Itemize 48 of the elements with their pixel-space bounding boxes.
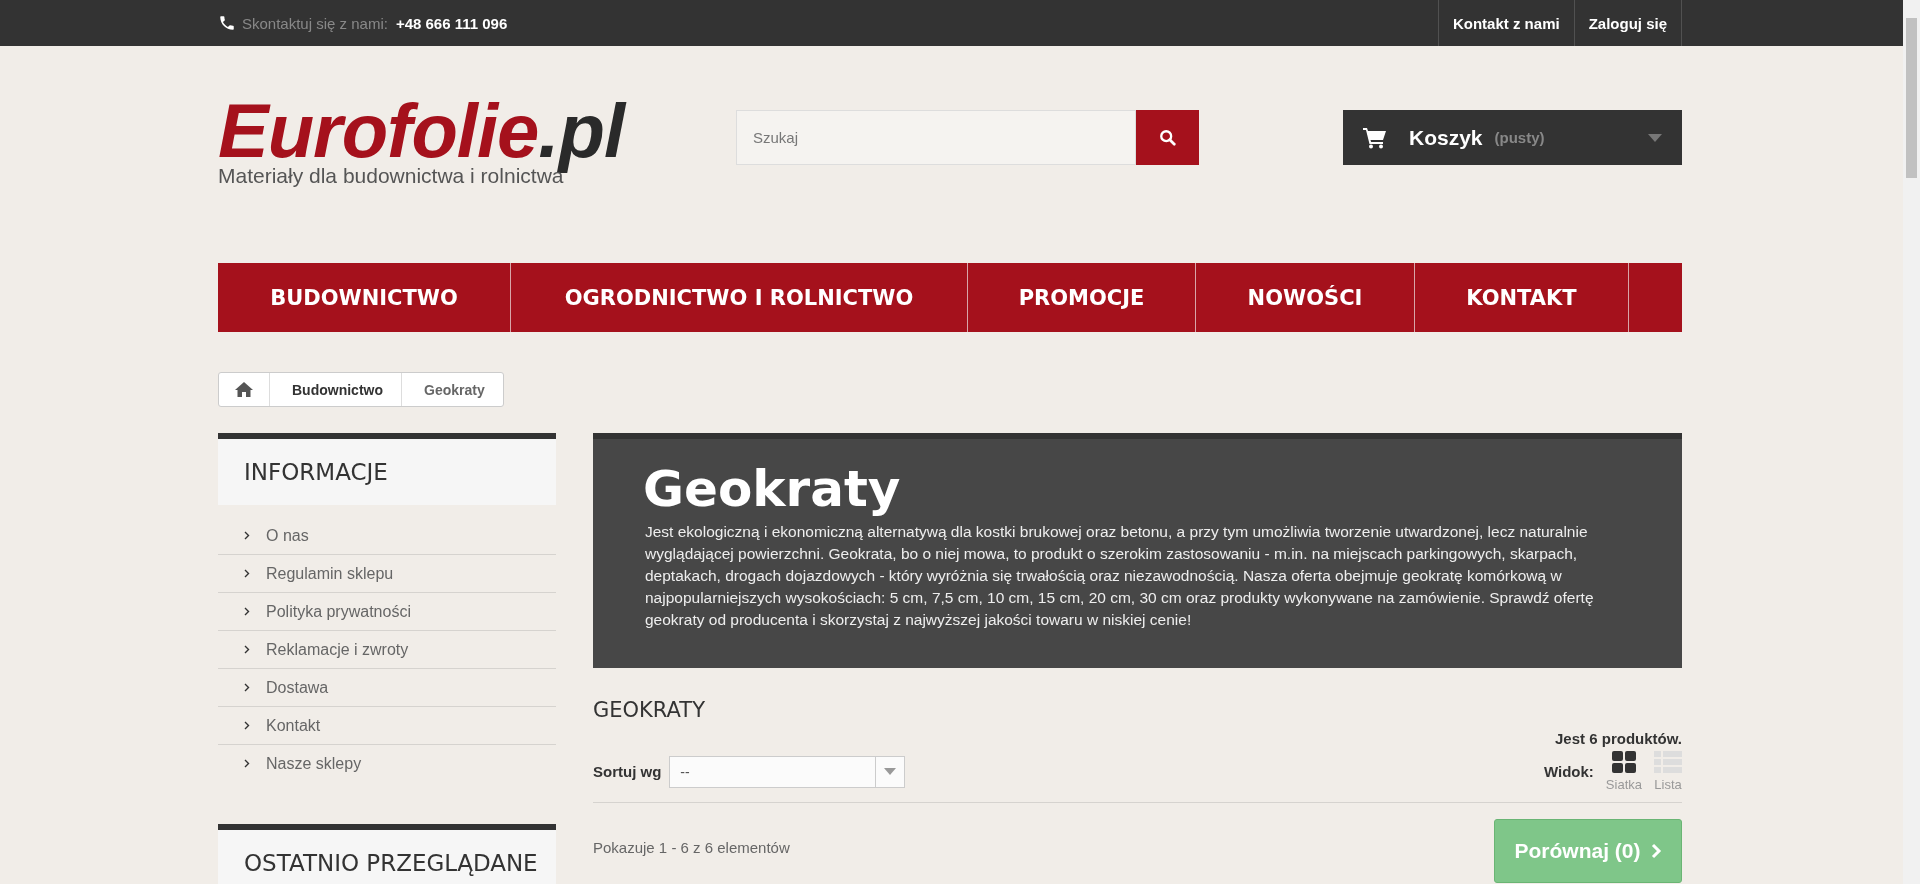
category-title: Geokraty bbox=[643, 461, 902, 517]
sidebar-link[interactable]: Reklamacje i zwroty bbox=[266, 640, 409, 659]
chevron-icon bbox=[244, 569, 250, 578]
grid-icon bbox=[1611, 751, 1636, 773]
menu-item[interactable]: OGRODNICTWO I ROLNICTWO bbox=[511, 263, 968, 332]
sidebar-link[interactable]: Regulamin sklepu bbox=[266, 564, 394, 583]
product-count: Jest 6 produktów. bbox=[1554, 730, 1682, 747]
top-link[interactable]: Zaloguj się bbox=[1573, 0, 1682, 46]
search-button[interactable] bbox=[1136, 110, 1199, 165]
chevron-icon bbox=[244, 607, 250, 616]
sidebar-link[interactable]: Polityka prywatności bbox=[266, 602, 411, 621]
phone-icon bbox=[218, 14, 236, 32]
showing-text: Pokazuje 1 - 6 z 6 elementów bbox=[593, 839, 790, 856]
cart-icon bbox=[1363, 126, 1387, 149]
home-icon bbox=[235, 382, 253, 397]
category-description: Jest ekologiczną i ekonomiczną alternatywą dla kostki brukowej oraz betonu, a przy tym umożliwia tworzenie utwardzonej, lecz naturalnie wyglądającej powierzchni. Geokrata, bo o niej mowa, to produkt o szerokim zastosowaniu - m.in. na miejscach parkingowych, skarpach, deptakach, drogach dojazdowych - który wyróżnia się trwałością oraz niezawodnością. Nasza oferta obejmuje geokratę komórkową w najpopularniejszych wysokościach: 5 cm, 7,5 cm, 10 cm, 15 cm, 20 cm, 30 cm oraz produkty wykonywane na zamówienie. Sprawdź ofertę geokraty od producenta i skorzystaj z najwyższej jakości towaru w niskiej cenie! bbox=[645, 522, 1595, 630]
search-field[interactable]: Szukaj bbox=[736, 110, 1136, 165]
chevron-icon bbox=[1650, 843, 1662, 859]
menu-item[interactable]: KONTAKT bbox=[1415, 263, 1629, 332]
menu-item[interactable]: PROMOCJE bbox=[968, 263, 1196, 332]
listing-heading: GEOKRATY bbox=[593, 698, 706, 722]
contact-label: Skontaktuj się z nami: bbox=[242, 14, 388, 32]
top-link[interactable]: Kontakt z nami bbox=[1437, 0, 1574, 46]
view-label: Widok: bbox=[1544, 763, 1594, 780]
chevron-icon bbox=[244, 645, 250, 654]
chevron-icon bbox=[244, 721, 250, 730]
sidebar-link[interactable]: O nas bbox=[266, 526, 309, 545]
menu-item[interactable]: NOWOŚCI bbox=[1196, 263, 1415, 332]
sidebar-link[interactable]: Dostawa bbox=[266, 678, 329, 697]
sort-dropdown[interactable]: -- bbox=[669, 755, 906, 788]
chevron-icon bbox=[244, 683, 250, 692]
scrollbar[interactable] bbox=[1903, 0, 1920, 884]
menu-item[interactable]: BUDOWNICTWO bbox=[218, 263, 511, 332]
caret-icon bbox=[1648, 133, 1662, 142]
breadcrumb-link[interactable]: Budownictwo bbox=[269, 373, 401, 406]
chevron-icon bbox=[244, 759, 250, 768]
cart-button[interactable]: Koszyk (pusty) bbox=[1343, 110, 1682, 165]
caret-icon bbox=[884, 768, 897, 775]
block-title: INFORMACJE bbox=[244, 459, 388, 485]
sort-label: Sortuj wg bbox=[593, 763, 662, 780]
breadcrumb-link[interactable]: Geokraty bbox=[401, 373, 503, 406]
sidebar-link[interactable]: Nasze sklepy bbox=[266, 754, 362, 773]
block-title: OSTATNIO PRZEGLĄDANE bbox=[244, 850, 538, 876]
logo[interactable]: Eurofolie.pl Materiały dla budownictwa i rolnictwa bbox=[218, 96, 673, 188]
chevron-icon bbox=[244, 531, 250, 540]
phone-number: +48 666 111 096 bbox=[395, 14, 508, 32]
search-icon bbox=[1158, 128, 1177, 147]
sidebar-link[interactable]: Kontakt bbox=[266, 716, 321, 735]
